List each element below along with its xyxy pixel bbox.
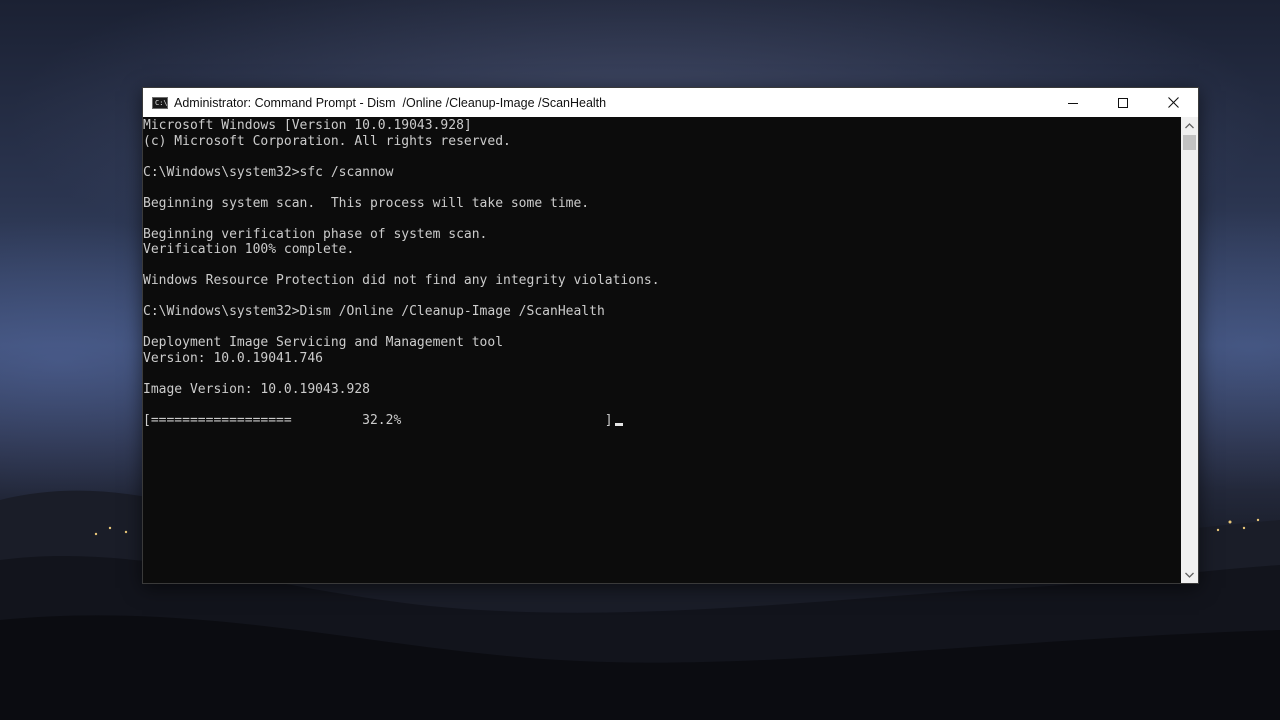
console-line: Deployment Image Servicing and Managemen… bbox=[143, 335, 504, 350]
text-cursor bbox=[614, 422, 623, 426]
console-line: Beginning verification phase of system s… bbox=[143, 226, 488, 242]
command-prompt-icon: C:\ bbox=[152, 96, 168, 109]
scroll-down-button[interactable] bbox=[1181, 566, 1198, 583]
minimize-icon bbox=[1068, 102, 1078, 104]
close-button[interactable] bbox=[1148, 88, 1198, 117]
app-icon-label: C:\ bbox=[155, 98, 168, 107]
window-controls bbox=[1048, 88, 1198, 117]
command-prompt-window[interactable]: C:\ Administrator: Command Prompt - Dism… bbox=[142, 87, 1199, 584]
console-line: Image Version: 10.0.19043.928 bbox=[143, 381, 370, 397]
console-line: Verification 100% complete. bbox=[143, 242, 355, 257]
console-line: C:\Windows\system32>Dism /Online /Cleanu… bbox=[143, 304, 605, 319]
scroll-up-button[interactable] bbox=[1181, 117, 1198, 134]
console-line: Version: 10.0.19041.746 bbox=[143, 350, 324, 366]
close-icon bbox=[1167, 97, 1179, 108]
console-line: C:\Windows\system32>sfc /scannow bbox=[143, 164, 394, 180]
console-lines: Microsoft Windows [Version 10.0.19043.92… bbox=[143, 118, 660, 397]
console-line: (c) Microsoft Corporation. All rights re… bbox=[143, 133, 511, 149]
console-line: Microsoft Windows [Version 10.0.19043.92… bbox=[143, 118, 472, 133]
minimize-button[interactable] bbox=[1048, 88, 1098, 117]
maximize-icon bbox=[1118, 97, 1128, 108]
chevron-down-icon bbox=[1185, 572, 1194, 578]
console-line: Beginning system scan. This process will… bbox=[143, 195, 590, 211]
title-bar[interactable]: C:\ Administrator: Command Prompt - Dism… bbox=[143, 88, 1198, 117]
progress-bar-text: [================== 32.2% ] bbox=[143, 412, 613, 428]
vertical-scrollbar[interactable] bbox=[1181, 117, 1198, 583]
console-line: Windows Resource Protection did not find… bbox=[143, 273, 660, 288]
scrollbar-thumb[interactable] bbox=[1183, 135, 1196, 150]
window-title: Administrator: Command Prompt - Dism /On… bbox=[174, 95, 607, 110]
maximize-button[interactable] bbox=[1098, 88, 1148, 117]
chevron-up-icon bbox=[1185, 122, 1194, 128]
console-output[interactable]: Microsoft Windows [Version 10.0.19043.92… bbox=[143, 117, 1181, 583]
console-text: Microsoft Windows [Version 10.0.19043.92… bbox=[143, 117, 1181, 428]
